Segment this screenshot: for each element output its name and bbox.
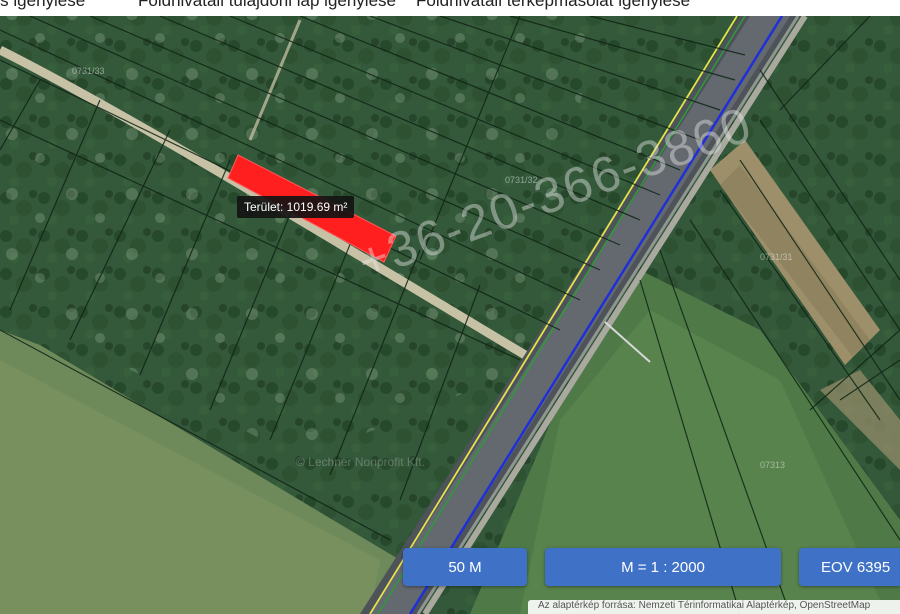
parcel-number: 0731/33 bbox=[72, 66, 105, 76]
parcel-number: 07313 bbox=[760, 460, 786, 470]
coordinate-system-button[interactable]: EOV 6395 bbox=[799, 548, 900, 586]
map-attribution: Az alaptérkép forrása: Nemzeti Térinform… bbox=[528, 600, 900, 614]
scale-bar-button[interactable]: 50 M bbox=[403, 548, 527, 586]
tab-map-copy[interactable]: Földhivatali térképmásolat igénylése bbox=[416, 0, 690, 11]
parcel-number: 0731/31 bbox=[760, 252, 793, 262]
map-ratio-button[interactable]: M = 1 : 2000 bbox=[545, 548, 781, 586]
top-tab-bar: ...s igénylése Földhivatali tulajdoni la… bbox=[0, 0, 900, 16]
watermark-lechner: © Lechner Nonprofit Kft. bbox=[296, 455, 425, 469]
area-tooltip: Terület: 1019.69 m² bbox=[237, 196, 355, 218]
tab-property-sheet[interactable]: Földhivatali tulajdoni lap igénylése bbox=[138, 0, 396, 11]
tab-previous[interactable]: ...s igénylése bbox=[0, 0, 85, 11]
satellite-map[interactable] bbox=[0, 16, 900, 614]
